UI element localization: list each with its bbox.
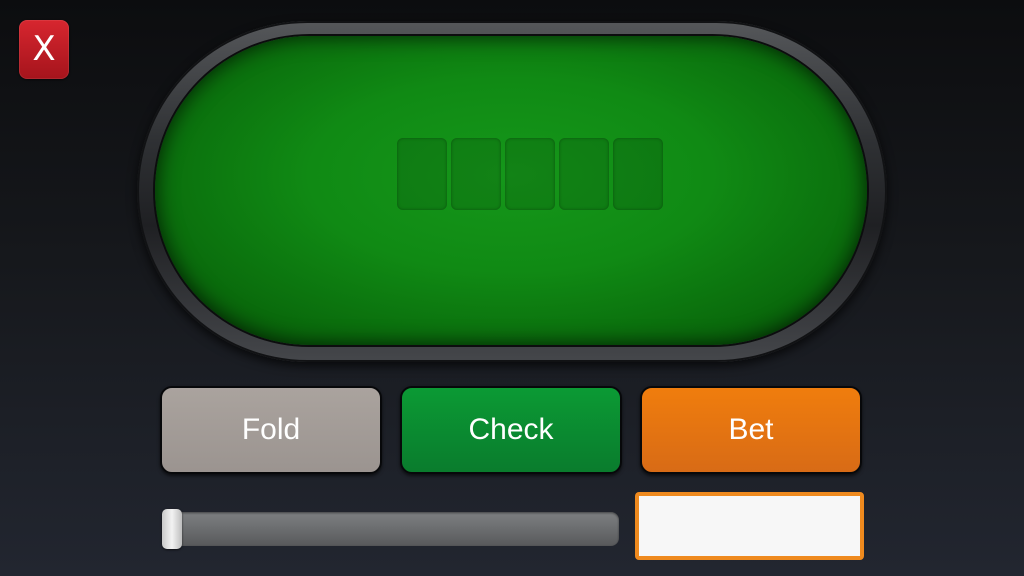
check-button[interactable]: Check xyxy=(400,386,622,474)
community-card-slot xyxy=(505,138,555,210)
community-card-area xyxy=(397,138,663,210)
community-card-slot xyxy=(613,138,663,210)
bet-amount-slider[interactable] xyxy=(162,509,619,549)
bet-button[interactable]: Bet xyxy=(640,386,862,474)
table-felt xyxy=(155,36,867,345)
poker-table xyxy=(137,21,887,362)
community-card-slot xyxy=(397,138,447,210)
community-card-slot xyxy=(559,138,609,210)
slider-handle[interactable] xyxy=(162,509,182,549)
bet-amount-input[interactable] xyxy=(635,492,864,560)
community-card-slot xyxy=(451,138,501,210)
fold-button[interactable]: Fold xyxy=(160,386,382,474)
close-button[interactable]: X xyxy=(19,20,69,79)
